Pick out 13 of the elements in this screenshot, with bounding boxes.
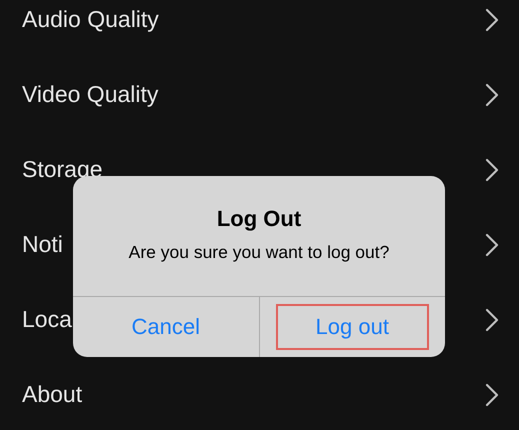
dialog-message: Are you sure you want to log out? xyxy=(128,242,390,263)
chevron-right-icon xyxy=(485,232,499,256)
chevron-right-icon xyxy=(485,382,499,406)
dialog-title: Log Out xyxy=(216,206,302,232)
settings-item-label[interactable]: Noti xyxy=(22,231,63,258)
chevron-right-icon xyxy=(485,8,499,32)
settings-item-label[interactable]: Loca xyxy=(22,306,72,333)
chevron-right-icon xyxy=(485,82,499,106)
chevron-right-icon xyxy=(485,308,499,332)
settings-item-label[interactable]: Video Quality xyxy=(22,81,158,108)
chevron-right-icon xyxy=(485,158,499,182)
settings-item-label[interactable]: Audio Quality xyxy=(22,6,159,33)
settings-item-label[interactable]: About xyxy=(22,381,82,408)
